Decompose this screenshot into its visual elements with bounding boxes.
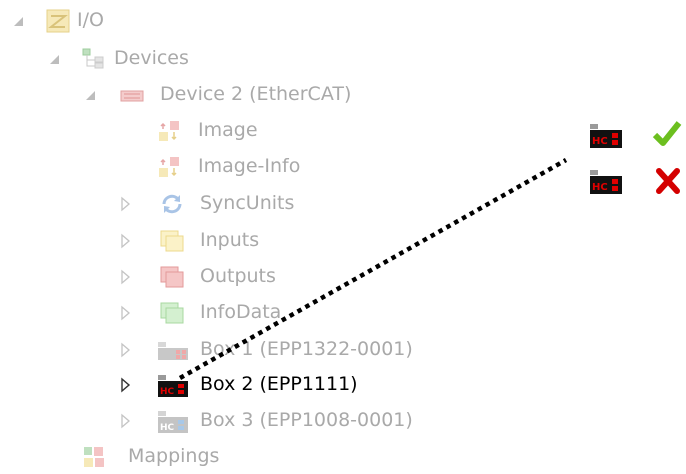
hc-box-icon: HC: [588, 168, 624, 196]
hc-text: HC: [592, 182, 608, 193]
annotation-dotted-line: [178, 158, 568, 380]
cross-icon: [654, 166, 682, 196]
legend-ok: HC: [588, 118, 686, 154]
legend-error: HC: [588, 164, 686, 200]
hc-text: HC: [592, 136, 608, 147]
checkmark-icon: [652, 118, 682, 150]
hc-box-icon: HC: [588, 122, 624, 150]
